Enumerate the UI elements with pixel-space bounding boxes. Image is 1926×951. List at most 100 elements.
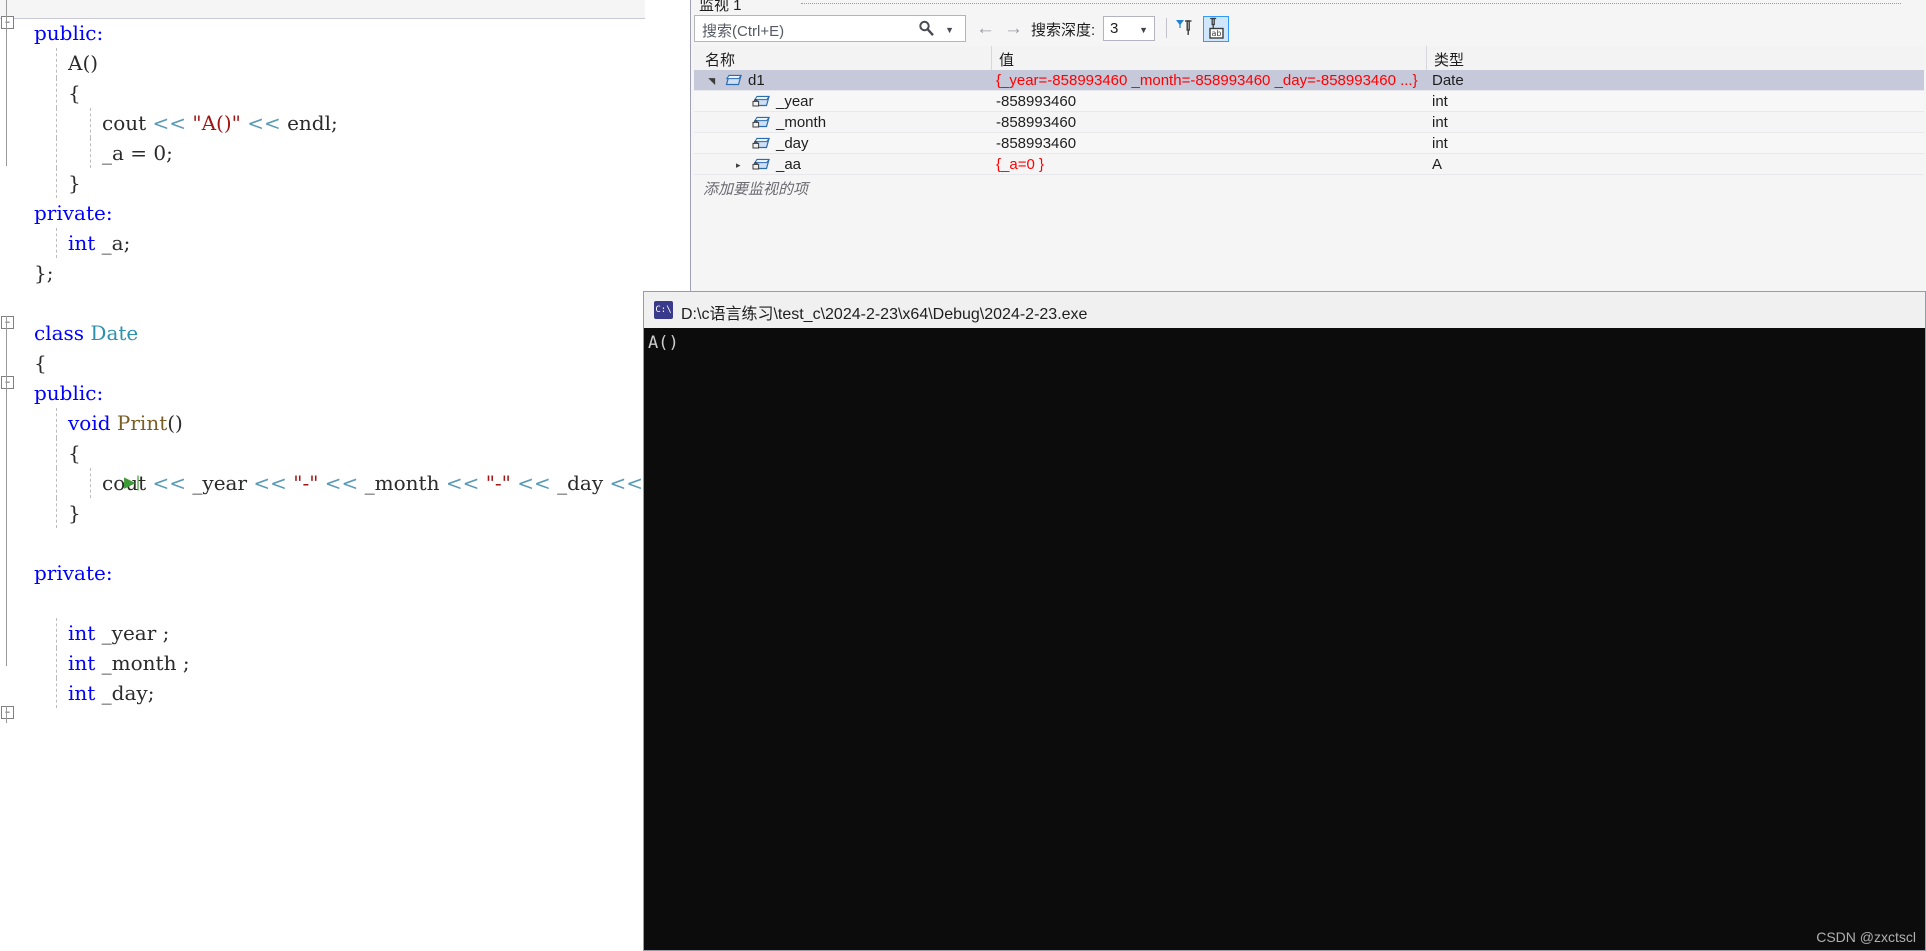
watch-row-value[interactable]: {_year=-858993460 _month=-858993460 _day… xyxy=(996,72,1418,89)
private-field-icon xyxy=(752,115,772,130)
indent-guide xyxy=(90,468,92,498)
indent-guide xyxy=(90,138,92,168)
console-title-text: D:\c语言练习\test_c\2024-2-23\x64\Debug\2024… xyxy=(681,306,1088,323)
code-scope-bar xyxy=(6,376,7,471)
column-header-name[interactable]: 名称 xyxy=(705,49,735,70)
search-input[interactable]: 搜索(Ctrl+E) ▼ xyxy=(694,15,966,42)
indent-guide xyxy=(56,468,58,498)
watch-column-header[interactable]: 名称 值 类型 xyxy=(694,46,1924,71)
indent-guide xyxy=(56,78,58,108)
pin-ab-icon[interactable]: ab xyxy=(1203,16,1229,42)
column-divider[interactable] xyxy=(991,46,992,70)
console-body[interactable]: A() xyxy=(644,328,1925,950)
search-icon[interactable] xyxy=(918,20,935,42)
toolbar-separator xyxy=(1166,18,1167,38)
code-scope-bar xyxy=(6,316,7,666)
watch-row-name: _year xyxy=(776,93,814,110)
watch-row-value[interactable]: -858993460 xyxy=(996,114,1076,131)
expand-toggle-closed-icon[interactable]: ▸ xyxy=(736,160,741,171)
search-placeholder: 搜索(Ctrl+E) xyxy=(702,23,785,40)
indent-guide xyxy=(56,678,58,708)
indent-guide xyxy=(56,648,58,678)
indent-guide xyxy=(56,48,58,78)
watch-row-value[interactable]: -858993460 xyxy=(996,93,1076,110)
code-line-text: { xyxy=(68,81,81,105)
private-field-icon xyxy=(752,157,772,172)
private-field-icon xyxy=(752,94,772,109)
column-header-type[interactable]: 类型 xyxy=(1434,49,1464,70)
indent-guide xyxy=(90,108,92,138)
search-depth-value: 3 xyxy=(1110,20,1119,37)
expand-toggle-open-icon[interactable]: ◢ xyxy=(706,78,717,85)
editor-bottom-area xyxy=(0,723,643,951)
field-icon xyxy=(724,73,744,88)
code-collapse-toggle[interactable]: – xyxy=(1,376,14,389)
console-app-icon: C:\ xyxy=(654,301,673,319)
code-collapse-toggle[interactable]: – xyxy=(1,16,14,29)
code-collapse-toggle[interactable]: – xyxy=(1,706,14,719)
search-depth-select[interactable]: 3 ▼ xyxy=(1103,16,1155,41)
watch-row-value[interactable]: -858993460 xyxy=(996,135,1076,152)
code-line-text: public: xyxy=(34,21,104,45)
console-title-bar[interactable]: C:\ D:\c语言练习\test_c\2024-2-23\x64\Debug\… xyxy=(644,292,1925,329)
watch-row[interactable]: _month -858993460 int xyxy=(694,112,1924,133)
watch-toolbar[interactable]: 搜索(Ctrl+E) ▼ ← → 搜索深度: 3 ▼ ab xyxy=(691,14,1926,46)
code-collapse-toggle[interactable]: – xyxy=(1,316,14,329)
code-line-text: } xyxy=(68,171,81,195)
code-line-text: cout << _year << "-" << _month << "-" <<… xyxy=(102,471,700,495)
code-line-text: { xyxy=(34,351,47,375)
code-line-text: public: xyxy=(34,381,104,405)
watch-tab-strip[interactable]: 监视 1 xyxy=(691,0,1926,14)
search-depth-label: 搜索深度: xyxy=(1031,22,1096,39)
code-line-text: A() xyxy=(68,51,99,75)
code-scope-bar xyxy=(6,16,7,166)
watch-row-type: int xyxy=(1432,135,1448,152)
watch-row[interactable]: _year -858993460 int xyxy=(694,91,1924,112)
chevron-down-icon[interactable]: ▼ xyxy=(945,25,954,35)
code-line-text: int _year ; xyxy=(68,621,170,645)
watch-row-name: _month xyxy=(776,114,827,131)
watch-row[interactable]: ▸ _aa {_a=0 } A xyxy=(694,154,1924,175)
indent-guide xyxy=(56,408,58,438)
indent-guide xyxy=(56,168,58,198)
arrow-left-icon[interactable]: ← xyxy=(976,18,995,40)
code-line-text: int _day; xyxy=(68,681,155,705)
column-header-value[interactable]: 值 xyxy=(999,49,1014,70)
chevron-down-icon[interactable]: ▼ xyxy=(1139,25,1148,35)
indent-guide xyxy=(56,618,58,648)
code-line-text: cout << "A()" << endl; xyxy=(102,111,338,135)
watch-row-type: int xyxy=(1432,93,1448,110)
console-output-text: A() xyxy=(648,333,679,353)
code-line-text: { xyxy=(68,441,81,465)
tab-watch-1[interactable]: 监视 1 xyxy=(699,0,742,15)
code-line-text: class Date xyxy=(34,321,139,345)
watch-row[interactable]: ◢ d1 {_year=-858993460 _month=-858993460 _… xyxy=(694,70,1924,91)
console-window[interactable]: C:\ D:\c语言练习\test_c\2024-2-23\x64\Debug\… xyxy=(643,291,1926,951)
watch-row-type: Date xyxy=(1432,72,1464,89)
code-scope-bar xyxy=(6,0,7,16)
code-line-text: _a = 0; xyxy=(102,141,173,165)
code-line-text: }; xyxy=(34,261,54,285)
arrow-right-icon[interactable]: → xyxy=(1004,18,1023,40)
indent-guide xyxy=(56,438,58,468)
watch-row-name: _day xyxy=(776,135,809,152)
code-line-text: int _a; xyxy=(68,231,131,255)
code-line-text: int _month ; xyxy=(68,651,190,675)
add-watch-item-hint[interactable]: 添加要监视的项 xyxy=(703,178,808,199)
tab-strip-divider xyxy=(801,3,1901,6)
code-line-text: private: xyxy=(34,561,113,585)
svg-text:ab: ab xyxy=(1212,29,1222,38)
private-field-icon xyxy=(752,136,772,151)
indent-guide xyxy=(56,228,58,258)
watch-window[interactable]: 监视 1 搜索(Ctrl+E) ▼ ← → 搜索深度: 3 ▼ ab 名称 值 … xyxy=(690,0,1926,293)
code-line-text: private: xyxy=(34,201,113,225)
code-line-text: void Print() xyxy=(68,411,183,435)
run-to-cursor-icon[interactable]: ▶| xyxy=(124,474,141,490)
watch-row[interactable]: _day -858993460 int xyxy=(694,133,1924,154)
column-divider[interactable] xyxy=(1426,46,1427,70)
watch-row-value[interactable]: {_a=0 } xyxy=(996,156,1044,173)
pin-filter-icon[interactable] xyxy=(1173,16,1199,42)
